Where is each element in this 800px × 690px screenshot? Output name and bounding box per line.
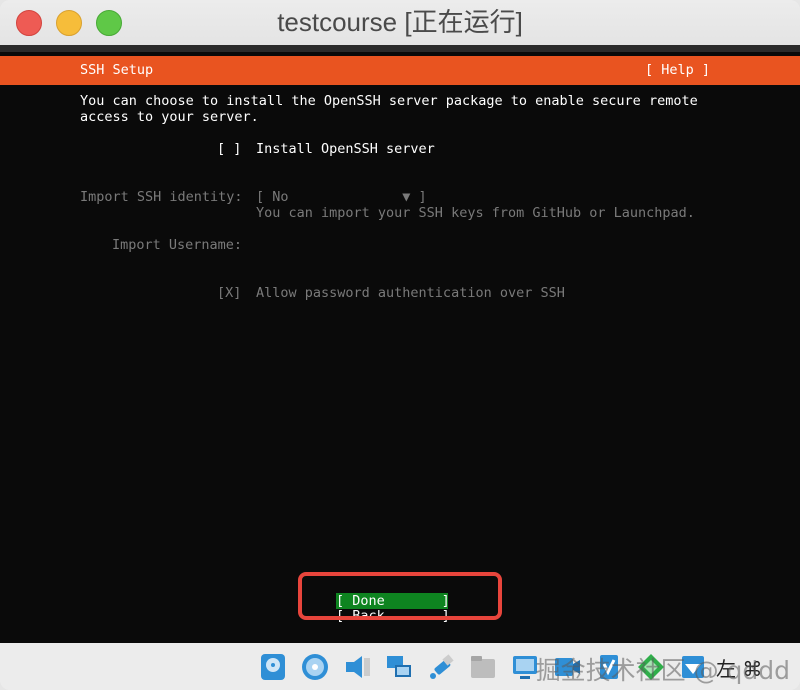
- vm-screen[interactable]: SSH Setup [ Help ] You can choose to ins…: [0, 45, 800, 643]
- vm-status-bar: 左 ⌘ 掘金技术社区 @ qddd: [0, 643, 800, 690]
- install-openssh-label[interactable]: Install OpenSSH server: [256, 141, 435, 157]
- network-icon[interactable]: [384, 652, 414, 682]
- allow-password-label[interactable]: Allow password authentication over SSH: [256, 285, 565, 301]
- import-identity-label: Import SSH identity:: [80, 189, 243, 205]
- allow-password-checkbox[interactable]: [X]: [217, 285, 241, 301]
- page-title: SSH Setup: [80, 62, 154, 78]
- install-openssh-checkbox[interactable]: [ ]: [217, 141, 241, 157]
- title-bar[interactable]: testcourse [正在运行]: [0, 0, 800, 45]
- optical-disc-icon[interactable]: [300, 652, 330, 682]
- help-button[interactable]: [ Help ]: [645, 62, 710, 78]
- audio-icon[interactable]: [342, 652, 372, 682]
- installer-terminal: SSH Setup [ Help ] You can choose to ins…: [0, 52, 800, 643]
- vm-window: testcourse [正在运行] SSH Setup [ Help ] You…: [0, 0, 800, 690]
- usb-icon[interactable]: [426, 652, 456, 682]
- import-username-label: Import Username:: [112, 237, 243, 253]
- intro-line-2: access to your server.: [80, 109, 259, 125]
- import-identity-select[interactable]: [ No ▼ ]: [256, 189, 427, 205]
- installer-header: SSH Setup [ Help ]: [0, 56, 800, 85]
- hard-disk-icon[interactable]: [258, 652, 288, 682]
- shared-folder-icon[interactable]: [468, 652, 498, 682]
- annotation-highlight-box: [298, 572, 502, 620]
- intro-line-1: You can choose to install the OpenSSH se…: [80, 93, 698, 109]
- import-identity-help: You can import your SSH keys from GitHub…: [256, 205, 695, 221]
- window-title: testcourse [正在运行]: [277, 7, 523, 37]
- watermark-text: 掘金技术社区 @ qddd: [535, 656, 790, 685]
- import-username-field[interactable]: [256, 237, 556, 253]
